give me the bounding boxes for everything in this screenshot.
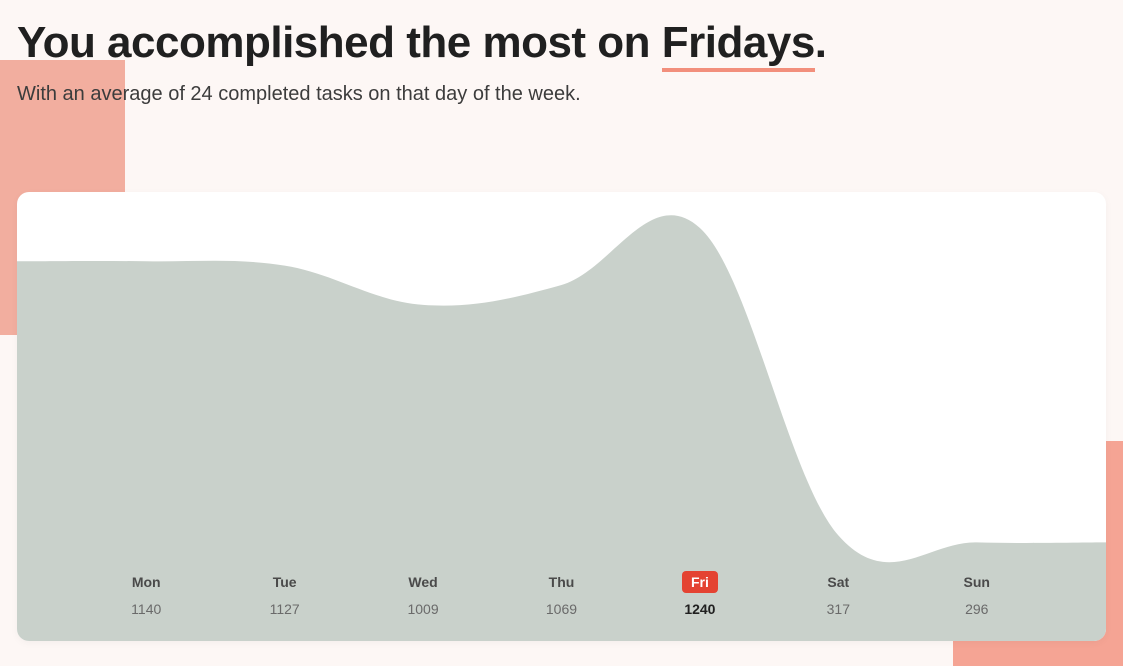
day-label: Tue (264, 571, 306, 593)
x-tick: Wed 1009 (354, 571, 492, 617)
day-label: Mon (123, 571, 170, 593)
x-tick: Mon 1140 (77, 571, 215, 617)
day-label: Wed (399, 571, 446, 593)
title-highlight: Fridays (662, 18, 815, 72)
x-axis: Mon 1140 Tue 1127 Wed 1009 Thu 1069 Fri 1240 Sat 31… (17, 571, 1106, 617)
day-value: 1140 (131, 601, 161, 617)
title-prefix: You accomplished the most on (17, 18, 662, 67)
day-value: 1240 (684, 601, 715, 617)
day-value: 1127 (270, 601, 300, 617)
day-label: Sat (818, 571, 858, 593)
weekly-activity-chart: Mon 1140 Tue 1127 Wed 1009 Thu 1069 Fri 1240 Sat 31… (17, 192, 1106, 641)
x-tick: Sun 296 (908, 571, 1046, 617)
page-subtitle: With an average of 24 completed tasks on… (17, 83, 1106, 106)
day-label: Sun (955, 571, 999, 593)
x-tick: Tue 1127 (215, 571, 353, 617)
day-label: Fri (682, 571, 718, 593)
day-value: 1069 (546, 601, 577, 617)
page-title: You accomplished the most on Fridays. (17, 18, 1106, 69)
x-tick: Fri 1240 (631, 571, 769, 617)
title-suffix: . (815, 18, 827, 67)
day-value: 296 (965, 601, 988, 617)
day-value: 1009 (407, 601, 438, 617)
x-tick: Sat 317 (769, 571, 907, 617)
main-content: You accomplished the most on Fridays. Wi… (0, 0, 1123, 641)
day-value: 317 (827, 601, 850, 617)
x-tick: Thu 1069 (492, 571, 630, 617)
day-label: Thu (540, 571, 584, 593)
